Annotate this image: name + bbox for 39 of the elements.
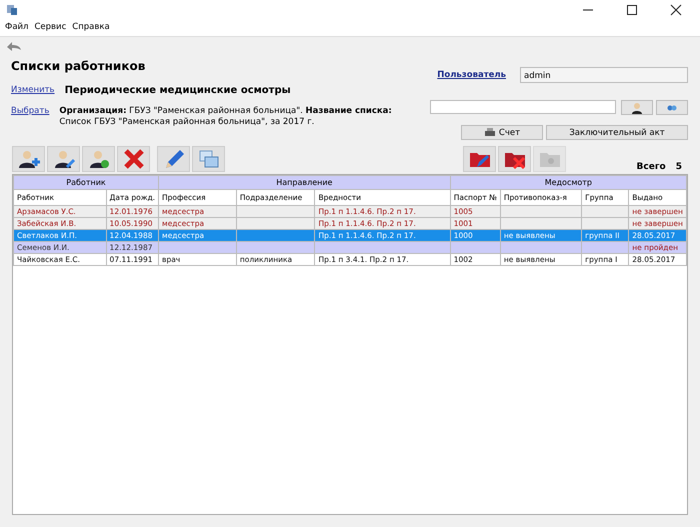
change-link[interactable]: Изменить <box>11 85 55 96</box>
close-button[interactable] <box>670 4 682 16</box>
column-group-header: Направление <box>158 176 450 190</box>
final-act-button[interactable]: Заключительный акт <box>546 125 688 140</box>
edit-employee-button[interactable] <box>47 146 80 172</box>
edit-button[interactable] <box>157 146 190 172</box>
copy-icon <box>198 149 220 169</box>
search-field[interactable] <box>430 100 616 114</box>
column-group-header: Медосмотр <box>450 176 686 190</box>
column-group-header: Работник <box>14 176 159 190</box>
invoice-button[interactable]: Счет <box>461 125 543 140</box>
menu-item[interactable]: Справка <box>72 22 110 32</box>
user-link[interactable]: Пользователь <box>437 70 506 80</box>
add-employee-button[interactable] <box>12 146 45 172</box>
printer-icon <box>484 128 496 138</box>
total-value: 5 <box>676 162 682 172</box>
total-label: Всего <box>636 162 666 172</box>
maximize-button[interactable] <box>626 4 638 16</box>
person-plus-icon <box>18 149 40 169</box>
back-arrow-icon[interactable] <box>6 41 22 51</box>
delete-button[interactable] <box>117 146 150 172</box>
organization-description: Организация: ГБУЗ "Раменская районная больница". Название списка: Список ГБУЗ "Раменская районная больница", за 2017 г. <box>59 106 393 128</box>
person-icon <box>630 102 644 114</box>
page-title: Списки работников <box>11 59 146 73</box>
circles-icon <box>666 104 678 112</box>
folder-delete-button[interactable] <box>498 146 531 172</box>
person-check-icon <box>88 149 110 169</box>
copy-button[interactable] <box>192 146 225 172</box>
find-person-button[interactable] <box>621 100 653 115</box>
delete-icon <box>122 149 144 169</box>
select-employee-button[interactable] <box>82 146 115 172</box>
menu-item[interactable]: Файл <box>5 22 28 32</box>
list-title: Периодические медицинские осмотры <box>64 85 291 96</box>
user-field[interactable]: admin <box>520 67 688 83</box>
folder-edit-button[interactable] <box>463 146 496 172</box>
select-link[interactable]: Выбрать <box>11 106 50 128</box>
person-pencil-icon <box>52 149 74 169</box>
app-icon <box>6 4 18 16</box>
menu-item[interactable]: Сервис <box>34 22 66 32</box>
